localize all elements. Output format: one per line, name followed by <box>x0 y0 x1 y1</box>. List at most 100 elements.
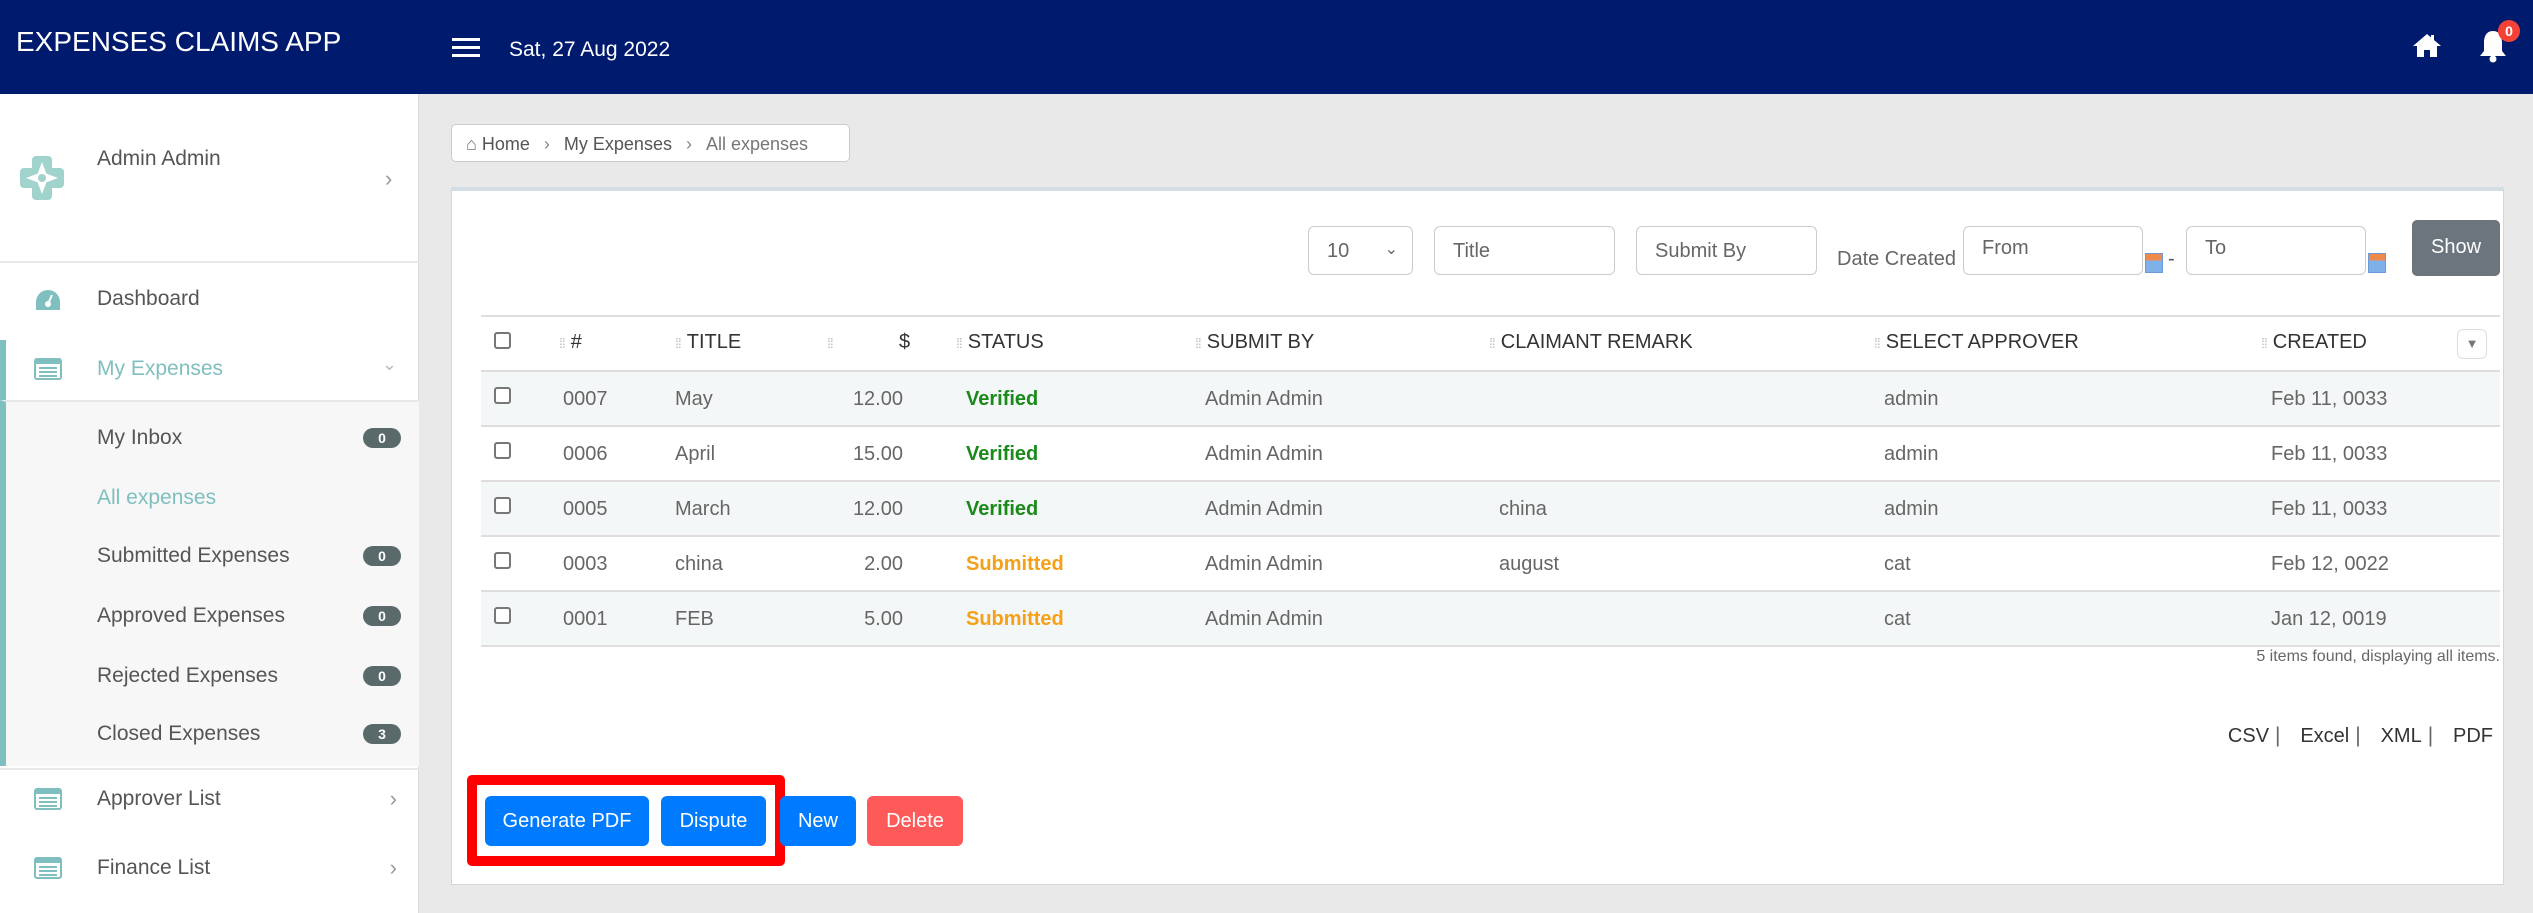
select-all-checkbox[interactable] <box>494 332 511 349</box>
table-row[interactable]: 0006 April 15.00 Verified Admin Admin admin Fe… <box>481 425 2500 480</box>
column-header-created[interactable]: ⁞⁞ CREATED <box>2261 331 2367 354</box>
count-badge: 0 <box>363 606 401 626</box>
generate-pdf-button[interactable]: Generate PDF <box>485 796 649 846</box>
table-row[interactable]: 0007 May 12.00 Verified Admin Admin admin Feb … <box>481 370 2500 425</box>
user-profile[interactable]: Admin Admin › <box>0 94 419 263</box>
expense-title: china <box>675 553 723 575</box>
breadcrumb-my-expenses[interactable]: My Expenses <box>564 134 672 154</box>
column-header-select-approver[interactable]: ⁞⁞ SELECT APPROVER <box>1874 331 2079 354</box>
show-button[interactable]: Show <box>2412 220 2500 276</box>
chevron-right-icon: › <box>389 855 397 880</box>
menu-toggle-icon[interactable] <box>452 38 480 58</box>
submenu-approved-expenses[interactable]: Approved Expenses <box>97 604 285 628</box>
new-button[interactable]: New <box>780 796 856 846</box>
export-pdf-link[interactable]: PDF <box>2453 725 2493 747</box>
chevron-right-icon: › <box>389 786 397 811</box>
sidebar-item-label: Approver List <box>97 787 221 810</box>
column-header-claimant-remark[interactable]: ⁞⁞ CLAIMANT REMARK <box>1489 331 1693 354</box>
calendar-icon[interactable] <box>2368 253 2386 273</box>
dashboard-gauge-icon <box>34 288 62 318</box>
table-row[interactable]: 0003 china 2.00 Submitted Admin Admin august c… <box>481 535 2500 590</box>
row-checkbox[interactable] <box>494 497 511 514</box>
my-expenses-submenu: My Inbox 0 All expenses Submitted Expens… <box>0 400 419 766</box>
column-header-submit-by[interactable]: ⁞⁞ SUBMIT BY <box>1195 331 1314 354</box>
expense-approver: cat <box>1884 608 1911 630</box>
expense-status: Verified <box>966 388 1039 410</box>
column-header-number[interactable]: ⁞⁞ # <box>559 331 582 354</box>
row-checkbox[interactable] <box>494 607 511 624</box>
sidebar-item-approver-list[interactable]: Approver List › <box>0 768 419 828</box>
expense-created: Feb 11, 0033 <box>2271 498 2388 520</box>
home-small-icon: ⌂ <box>466 134 477 154</box>
column-header-title[interactable]: ⁞⁞ TITLE <box>675 331 741 354</box>
column-resize-handle[interactable]: ⁞⁞ <box>827 331 839 354</box>
claimant-remark: china <box>1499 498 1547 520</box>
dispute-button[interactable]: Dispute <box>661 796 766 846</box>
expense-number: 0006 <box>563 443 608 465</box>
sidebar-item-my-expenses[interactable]: My Expenses ⌄ <box>0 340 419 400</box>
sidebar-item-label: Finance List <box>97 856 211 879</box>
expense-amount: 5.00 <box>864 608 903 630</box>
submenu-submitted-expenses[interactable]: Submitted Expenses <box>97 544 290 568</box>
expense-status: Submitted <box>966 608 1064 630</box>
column-header-amount[interactable]: $ <box>899 331 910 354</box>
expense-approver: admin <box>1884 443 1939 465</box>
calendar-icon[interactable] <box>2145 253 2163 273</box>
expense-submit-by: Admin Admin <box>1205 553 1323 575</box>
page-size-value: 10 <box>1327 240 1350 262</box>
expense-number: 0007 <box>563 388 608 410</box>
sidebar-item-label: Dashboard <box>97 287 200 310</box>
expense-title: March <box>675 498 731 520</box>
submit-by-filter-input[interactable]: Submit By <box>1636 226 1817 275</box>
breadcrumb-separator: › <box>543 134 550 154</box>
claimant-remark: august <box>1499 553 1560 575</box>
row-checkbox[interactable] <box>494 552 511 569</box>
column-header-status[interactable]: ⁞⁞ STATUS <box>956 331 1044 354</box>
home-icon[interactable] <box>2412 32 2442 64</box>
table-row[interactable]: 0005 March 12.00 Verified Admin Admin china ad… <box>481 480 2500 535</box>
export-csv-link[interactable]: CSV <box>2228 725 2269 747</box>
expense-title: FEB <box>675 608 714 630</box>
date-created-label: Date Created <box>1837 248 1956 270</box>
sidebar-item-dashboard[interactable]: Dashboard <box>0 270 419 330</box>
page-size-select[interactable]: 10 ⌄ <box>1308 226 1413 275</box>
row-checkbox[interactable] <box>494 442 511 459</box>
divider: | <box>2427 724 2434 747</box>
expense-submit-by: Admin Admin <box>1205 498 1323 520</box>
expense-created: Jan 12, 0019 <box>2271 608 2387 630</box>
table-bottom-border <box>481 645 2500 647</box>
submenu-my-inbox[interactable]: My Inbox <box>97 426 182 450</box>
export-excel-link[interactable]: Excel <box>2300 725 2349 747</box>
date-to-input[interactable]: To <box>2186 226 2366 275</box>
title-filter-input[interactable]: Title <box>1434 226 1615 275</box>
breadcrumb-home[interactable]: Home <box>482 134 530 154</box>
expense-number: 0005 <box>563 498 608 520</box>
expense-amount: 2.00 <box>864 553 903 575</box>
expense-number: 0003 <box>563 553 608 575</box>
table-header-row: ⁞⁞ # ⁞⁞ TITLE ⁞⁞ $ ⁞⁞ STATUS ⁞⁞ SUBMIT BY ⁞⁞… <box>481 315 2500 370</box>
table-row[interactable]: 0001 FEB 5.00 Submitted Admin Admin cat Jan 12… <box>481 590 2500 645</box>
expense-approver: admin <box>1884 498 1939 520</box>
divider: | <box>2355 724 2361 747</box>
column-options-dropdown-icon[interactable]: ▼ <box>2457 329 2487 359</box>
expense-number: 0001 <box>563 608 608 630</box>
expense-approver: cat <box>1884 553 1911 575</box>
submenu-rejected-expenses[interactable]: Rejected Expenses <box>97 664 278 688</box>
count-badge: 0 <box>363 546 401 566</box>
chevron-right-icon: › <box>385 166 393 191</box>
list-icon <box>34 857 62 885</box>
sidebar-item-label: My Expenses <box>97 357 224 380</box>
breadcrumb: ⌂ Home › My Expenses › All expenses <box>451 124 850 162</box>
submenu-closed-expenses[interactable]: Closed Expenses <box>97 722 260 746</box>
sidebar-item-finance-list[interactable]: Finance List › <box>0 839 419 899</box>
submenu-all-expenses[interactable]: All expenses <box>97 486 216 510</box>
date-from-input[interactable]: From <box>1963 226 2143 275</box>
row-checkbox[interactable] <box>494 387 511 404</box>
avatar <box>18 154 66 208</box>
export-xml-link[interactable]: XML <box>2381 725 2422 747</box>
expense-submit-by: Admin Admin <box>1205 388 1323 410</box>
expense-amount: 12.00 <box>852 388 903 410</box>
items-summary: 5 items found, displaying all items. <box>2256 648 2500 665</box>
delete-button[interactable]: Delete <box>867 796 963 846</box>
notification-badge: 0 <box>2498 20 2520 42</box>
